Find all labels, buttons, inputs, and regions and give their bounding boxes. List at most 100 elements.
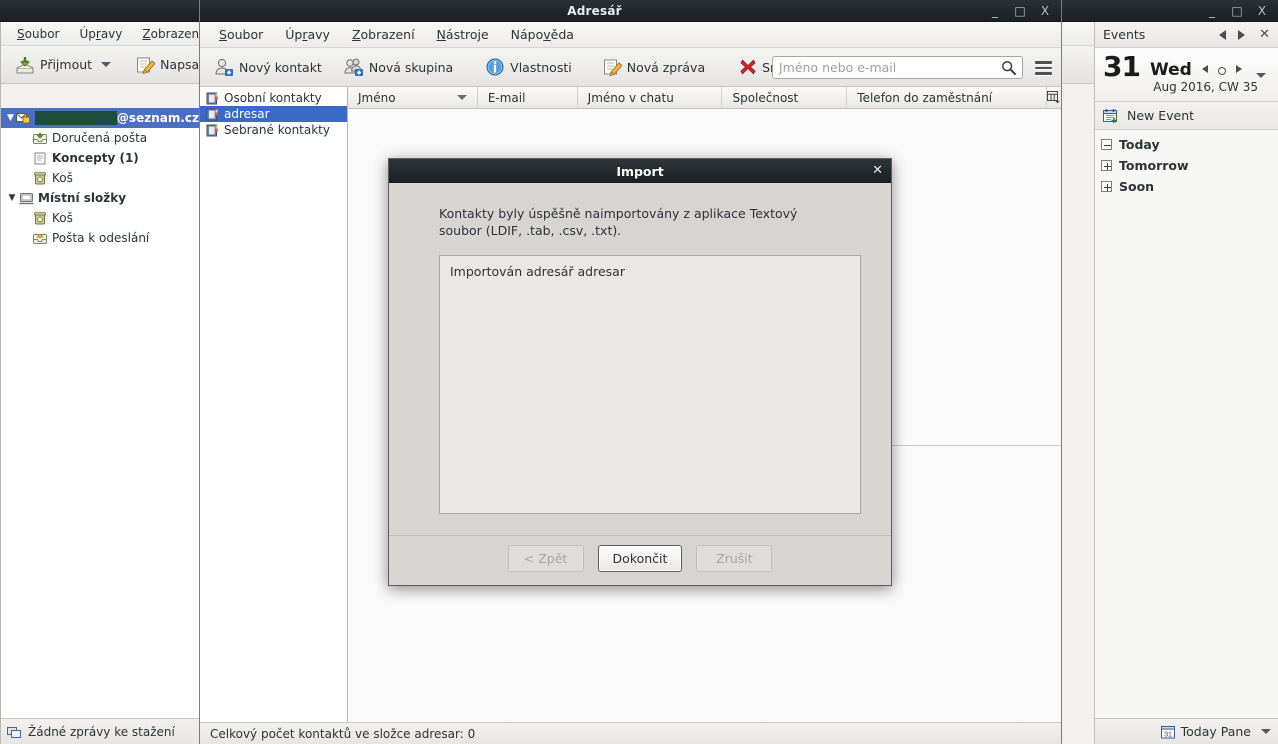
- write-label: Napsat: [160, 57, 205, 72]
- addressbook-list: Osobní kontakty adresar Sebrané kontakty: [200, 87, 348, 722]
- chevron-down-icon[interactable]: [1261, 729, 1271, 734]
- ab-menu-upravy[interactable]: Úpravy: [274, 24, 341, 45]
- column-header-jmeno[interactable]: Jméno: [348, 87, 478, 108]
- finish-button[interactable]: Dokončit: [597, 545, 683, 572]
- maximize-icon[interactable]: □: [1231, 5, 1243, 17]
- calendar-icon: [1103, 108, 1119, 123]
- folder-row-drafts[interactable]: Koncepty (1): [1, 148, 199, 168]
- search-input[interactable]: Jméno nebo e-mail: [772, 56, 1023, 79]
- ab-menu-nastroje[interactable]: Nástroje: [426, 24, 500, 45]
- today-pane-title: Events: [1103, 27, 1146, 42]
- inbox-icon: [33, 132, 47, 145]
- folder-label: Místní složky: [38, 191, 127, 205]
- addressbook-item-personal[interactable]: Osobní kontakty: [200, 90, 347, 106]
- cancel-button[interactable]: Zrušit: [696, 545, 773, 572]
- ab-menu-zobrazeni[interactable]: Zobrazení: [341, 24, 426, 45]
- trash-icon: [33, 211, 47, 225]
- minimize-icon[interactable]: _: [989, 5, 1001, 17]
- date-next-icon[interactable]: [1235, 65, 1242, 73]
- mail-status-label: Žádné zprávy ke stažení: [28, 724, 175, 739]
- addressbook-item-adresar[interactable]: adresar: [200, 106, 347, 122]
- folder-row-account[interactable]: ▼ @seznam.cz: [1, 108, 199, 128]
- properties-label: Vlastnosti: [510, 59, 572, 75]
- chevron-down-icon[interactable]: [101, 62, 112, 67]
- back-label: < Zpět: [523, 551, 568, 566]
- expand-icon[interactable]: [1101, 181, 1112, 192]
- account-name-redaction: [34, 111, 117, 125]
- column-label: Jméno: [358, 90, 396, 105]
- twisty-expanded-icon[interactable]: ▼: [5, 113, 16, 123]
- offline-status-icon[interactable]: [7, 725, 22, 739]
- local-folders-icon: [19, 192, 34, 205]
- folder-row-local-folders[interactable]: ▼ Místní složky: [1, 188, 199, 208]
- group-soon[interactable]: Soon: [1095, 176, 1278, 197]
- addressbook-status-label: Celkový počet kontaktů ve složce adresar…: [210, 726, 476, 741]
- search-placeholder: Jméno nebo e-mail: [779, 60, 897, 75]
- group-tomorrow[interactable]: Tomorrow: [1095, 155, 1278, 176]
- receive-button[interactable]: Přijmout: [9, 52, 117, 78]
- dialog-log-textarea[interactable]: Importován adresář adresar: [439, 255, 861, 514]
- folder-row-inbox[interactable]: Doručená pošta: [1, 128, 199, 148]
- properties-button[interactable]: Vlastnosti: [479, 54, 578, 80]
- addressbook-item-collected[interactable]: Sebrané kontakty: [200, 122, 347, 138]
- twisty-expanded-icon[interactable]: ▼: [5, 193, 19, 203]
- new-message-button[interactable]: Nová zpráva: [596, 54, 711, 80]
- today-pane-status-label: Today Pane: [1180, 724, 1251, 739]
- sort-descending-icon[interactable]: [456, 95, 467, 100]
- addressbook-window-controls: _ □ X: [989, 5, 1061, 17]
- outbox-icon: [33, 232, 47, 245]
- new-event-button[interactable]: New Event: [1095, 102, 1278, 130]
- column-header-chat-name[interactable]: Jméno v chatu: [578, 87, 723, 108]
- addressbook-item-label: Osobní kontakty: [224, 91, 322, 105]
- ab-menu-soubor[interactable]: Soubor: [208, 24, 274, 45]
- import-dialog: Import ✕ Kontakty byly úspěšně naimporto…: [388, 158, 892, 586]
- write-icon: [135, 55, 156, 75]
- mail-menu-soubor[interactable]: Soubor: [7, 25, 69, 43]
- date-previous-icon[interactable]: [1201, 65, 1208, 73]
- today-pane: Events ✕ 31 Wed Aug 2016, CW 35 New Even…: [1094, 22, 1278, 744]
- today-pane-statusbar[interactable]: 31 Today Pane: [1095, 718, 1278, 744]
- addressbook-icon: [206, 108, 219, 121]
- minimize-icon[interactable]: _: [1206, 5, 1218, 17]
- hamburger-line: [1034, 61, 1052, 64]
- group-label: Soon: [1119, 179, 1155, 194]
- new-message-label: Nová zpráva: [626, 59, 706, 75]
- expand-icon[interactable]: [1101, 160, 1112, 171]
- today-pane-groups: Today Tomorrow Soon: [1095, 130, 1278, 197]
- dialog-close-icon[interactable]: ✕: [872, 164, 883, 177]
- column-header-work-phone[interactable]: Telefon do zaměstnání: [847, 87, 1047, 108]
- previous-icon[interactable]: [1219, 29, 1227, 40]
- ab-menu-napoveda[interactable]: Nápověda: [500, 24, 585, 45]
- mail-menu-upravy[interactable]: Úpravy: [69, 25, 132, 43]
- folder-row-outbox[interactable]: Pošta k odeslání: [1, 228, 199, 248]
- dialog-button-row: < Zpět Dokončit Zrušit: [389, 535, 891, 585]
- column-header-company[interactable]: Společnost: [722, 87, 848, 108]
- folder-row-trash[interactable]: Koš: [1, 168, 199, 188]
- date-dropdown-icon[interactable]: [1255, 73, 1266, 78]
- dialog-log-text: Importován adresář adresar: [450, 264, 625, 279]
- back-button[interactable]: < Zpět: [507, 545, 584, 572]
- column-picker-icon: [1047, 91, 1061, 104]
- screen: _ □ X Soubor Úpravy Zobrazení Přijmout N…: [0, 0, 1278, 744]
- next-icon[interactable]: [1238, 29, 1246, 40]
- column-picker-button[interactable]: [1047, 87, 1061, 108]
- app-menu-button[interactable]: [1029, 56, 1057, 80]
- finish-label: Dokončit: [612, 551, 668, 566]
- dialog-titlebar[interactable]: Import ✕: [389, 159, 891, 183]
- folder-pane: ▼ @seznam.cz Doručená pošta Koncepty (1)…: [1, 108, 200, 718]
- close-today-pane-icon[interactable]: ✕: [1259, 27, 1270, 42]
- new-contact-button[interactable]: Nový kontakt: [208, 54, 328, 80]
- search-icon[interactable]: [1001, 60, 1016, 75]
- new-group-button[interactable]: Nová skupina: [338, 54, 459, 80]
- day-name: Wed: [1149, 60, 1192, 80]
- close-icon[interactable]: X: [1256, 5, 1268, 17]
- close-icon[interactable]: X: [1039, 5, 1051, 17]
- maximize-icon[interactable]: □: [1014, 5, 1026, 17]
- collapse-icon[interactable]: [1101, 139, 1112, 150]
- group-today[interactable]: Today: [1095, 134, 1278, 155]
- column-header-email[interactable]: E-mail: [478, 87, 578, 108]
- addressbook-titlebar[interactable]: Adresář _ □ X: [200, 0, 1061, 22]
- folder-row-local-trash[interactable]: Koš: [1, 208, 199, 228]
- folder-label: Koš: [52, 211, 73, 225]
- date-today-icon[interactable]: [1217, 67, 1226, 75]
